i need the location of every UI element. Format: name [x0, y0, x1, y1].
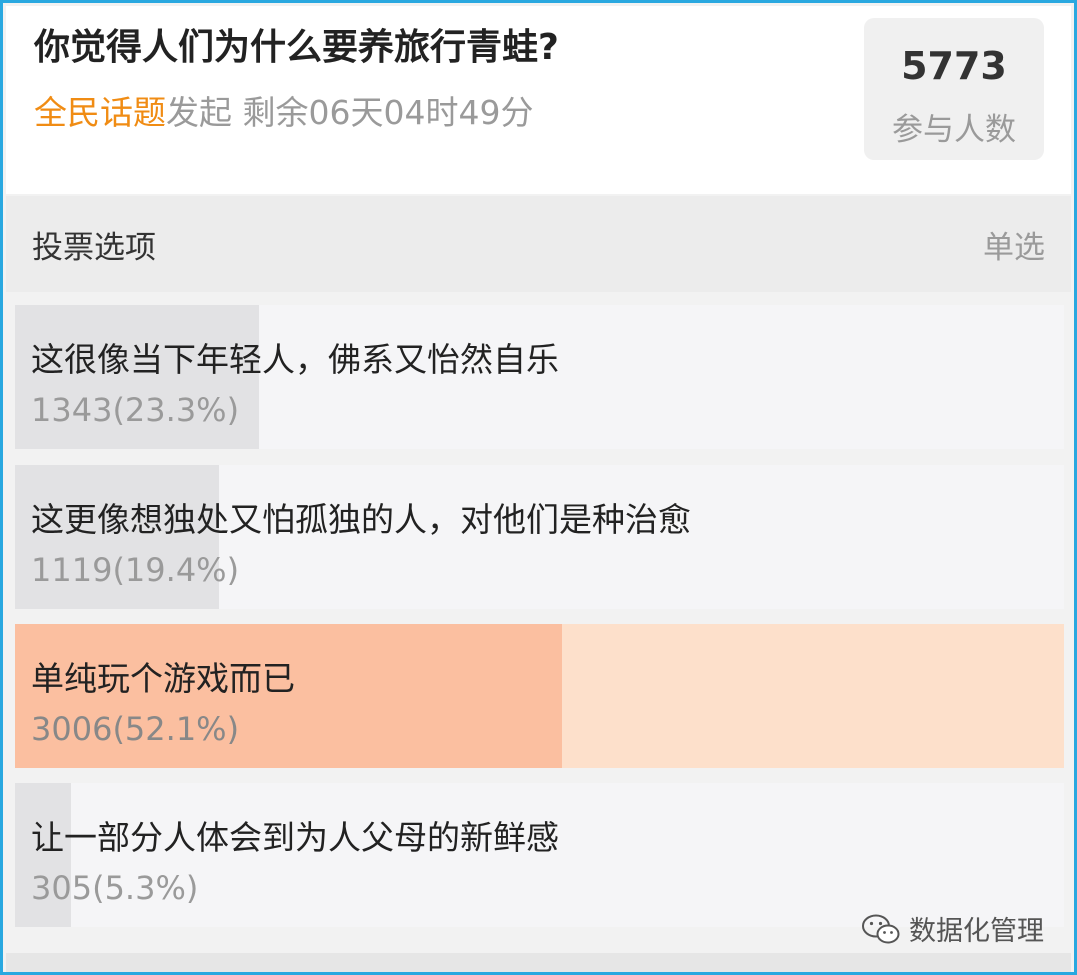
- option-label: 让一部分人体会到为人父母的新鲜感: [31, 818, 559, 857]
- participant-label: 参与人数: [892, 112, 1016, 148]
- poll-meta: 全民话题发起 剩余06天04时49分: [34, 86, 533, 134]
- poll-frame: 你觉得人们为什么要养旅行青蛙? 全民话题发起 剩余06天04时49分 5773 …: [0, 0, 1077, 975]
- initiated-text: 发起: [166, 93, 232, 132]
- watermark-text: 数据化管理: [909, 916, 1044, 947]
- options-section-header: 投票选项 单选: [6, 196, 1071, 292]
- poll-question: 你觉得人们为什么要养旅行青蛙?: [34, 27, 559, 68]
- option-label: 这很像当下年轻人，佛系又怡然自乐: [31, 340, 559, 379]
- option-result: 3006(52.1%): [31, 710, 240, 748]
- initiator-link[interactable]: 全民话题: [34, 93, 166, 132]
- option-label: 单纯玩个游戏而已: [31, 659, 295, 698]
- participant-count: 5773: [901, 44, 1007, 88]
- watermark: 数据化管理: [861, 909, 1044, 948]
- poll-option-2[interactable]: 这更像想独处又怕孤独的人，对他们是种治愈 1119(19.4%): [15, 465, 1064, 609]
- option-label: 这更像想独处又怕孤独的人，对他们是种治愈: [31, 500, 691, 539]
- option-result: 305(5.3%): [31, 869, 199, 907]
- vote-mode: 单选: [983, 230, 1045, 266]
- option-result: 1343(23.3%): [31, 391, 240, 429]
- remaining-time: 剩余06天04时49分: [242, 93, 534, 132]
- poll-option-4[interactable]: 让一部分人体会到为人父母的新鲜感 305(5.3%): [15, 783, 1064, 927]
- poll-option-3[interactable]: 单纯玩个游戏而已 3006(52.1%): [15, 624, 1064, 768]
- poll-option-1[interactable]: 这很像当下年轻人，佛系又怡然自乐 1343(23.3%): [15, 305, 1064, 449]
- poll-header: 你觉得人们为什么要养旅行青蛙? 全民话题发起 剩余06天04时49分 5773 …: [6, 6, 1071, 194]
- section-title: 投票选项: [32, 230, 156, 266]
- option-result: 1119(19.4%): [31, 551, 240, 589]
- wechat-icon: [862, 914, 900, 943]
- bottom-divider: [6, 953, 1071, 972]
- participant-count-box: 5773 参与人数: [864, 18, 1044, 160]
